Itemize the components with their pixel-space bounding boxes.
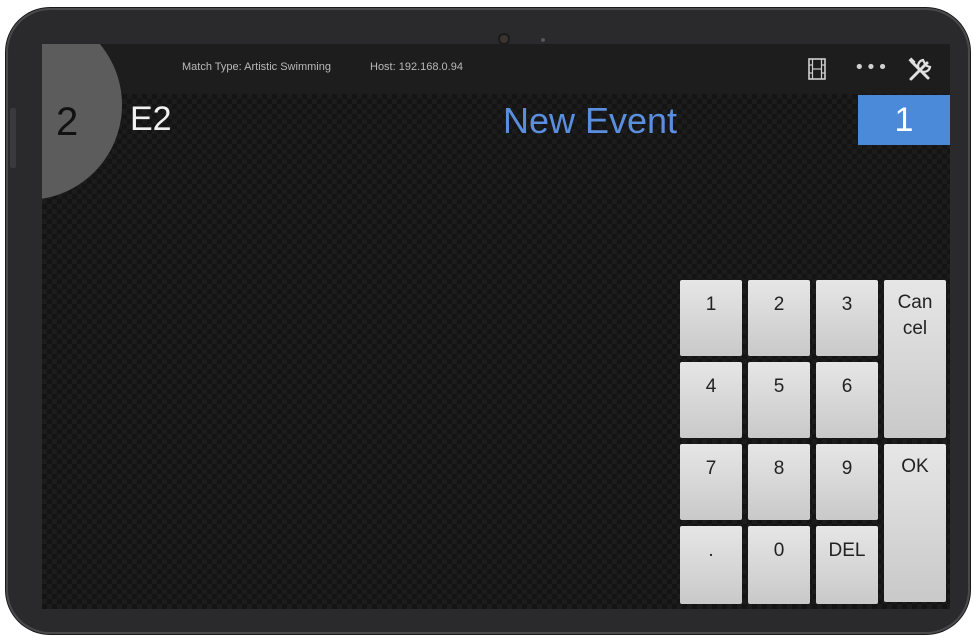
judge-code: E2 xyxy=(130,100,172,138)
status-bar: ((☶)) Match Type: Artistic Swimming Host… xyxy=(42,44,950,94)
host-label: Host: 192.168.0.94 xyxy=(370,61,463,73)
cancel-label-line1: Can xyxy=(897,292,933,313)
key-decimal[interactable]: . xyxy=(680,526,742,604)
ok-label: OK xyxy=(901,456,929,477)
cancel-button[interactable]: Can cel xyxy=(884,280,946,438)
app-screen: ((☶)) Match Type: Artistic Swimming Host… xyxy=(42,44,950,609)
side-button xyxy=(10,108,16,168)
counter-display: 1 xyxy=(858,95,950,145)
film-icon[interactable] xyxy=(806,56,828,82)
key-2[interactable]: 2 xyxy=(748,280,810,356)
camera-sensor xyxy=(541,38,545,42)
more-icon[interactable]: ••• xyxy=(854,58,888,78)
key-8[interactable]: 8 xyxy=(748,444,810,520)
match-type-label: Match Type: Artistic Swimming xyxy=(182,61,331,73)
ok-button[interactable]: OK xyxy=(884,444,946,602)
key-7[interactable]: 7 xyxy=(680,444,742,520)
key-9[interactable]: 9 xyxy=(816,444,878,520)
delete-button[interactable]: DEL xyxy=(816,526,878,604)
key-3[interactable]: 3 xyxy=(816,280,878,356)
key-1[interactable]: 1 xyxy=(680,280,742,356)
judge-number: 2 xyxy=(56,100,79,144)
key-6[interactable]: 6 xyxy=(816,362,878,438)
key-0[interactable]: 0 xyxy=(748,526,810,604)
cancel-label-line2: cel xyxy=(902,317,928,339)
key-5[interactable]: 5 xyxy=(748,362,810,438)
judge-badge xyxy=(42,44,122,200)
event-title: New Event xyxy=(502,100,678,141)
key-4[interactable]: 4 xyxy=(680,362,742,438)
numeric-keypad: 1 2 3 Can cel 4 5 6 7 8 9 OK . 0 DEL xyxy=(680,280,950,609)
tools-icon[interactable] xyxy=(906,56,934,84)
